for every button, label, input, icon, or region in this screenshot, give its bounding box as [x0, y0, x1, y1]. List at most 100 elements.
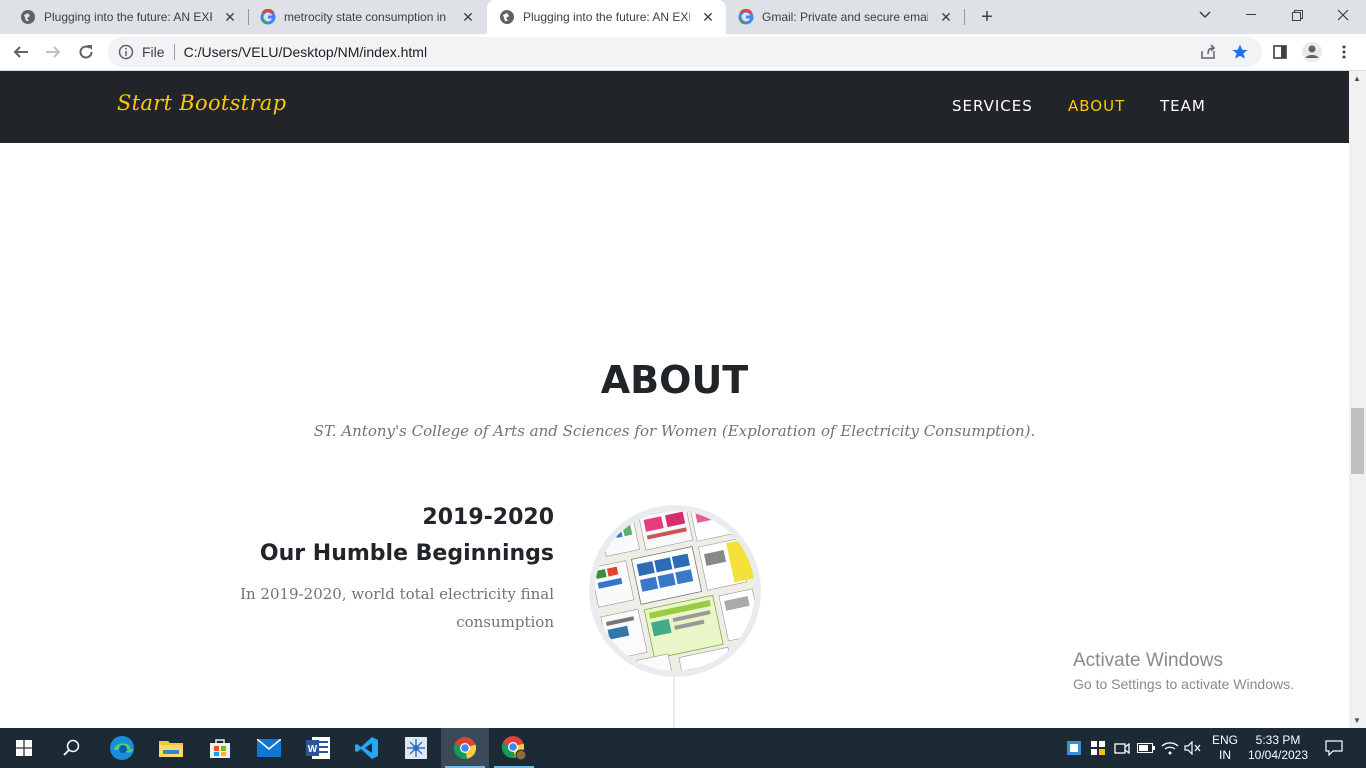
- tab-close-icon[interactable]: ✕: [936, 7, 956, 27]
- brand-logo[interactable]: Start Bootstrap: [117, 91, 286, 115]
- google-icon: [260, 9, 276, 25]
- svg-text:W: W: [308, 744, 318, 755]
- site-navbar: Start Bootstrap SERVICES ABOUT TEAM: [0, 71, 1349, 143]
- battery-icon[interactable]: [1136, 738, 1156, 758]
- new-tab-button[interactable]: +: [976, 6, 998, 28]
- tab-1[interactable]: Plugging into the future: AN EXP ✕: [8, 0, 248, 34]
- timeline-body: In 2019-2020, world total electricity fi…: [240, 585, 554, 631]
- clock[interactable]: 5:33 PM 10/04/2023: [1244, 733, 1312, 763]
- taskbar-word[interactable]: W: [294, 728, 342, 768]
- nav-link-team[interactable]: TEAM: [1160, 97, 1206, 115]
- notification-icon: [1325, 740, 1343, 756]
- tray-security-icon[interactable]: [1088, 738, 1108, 758]
- taskbar-chrome-profile[interactable]: [490, 728, 538, 768]
- address-bar[interactable]: File C:/Users/VELU/Desktop/NM/index.html: [108, 37, 1262, 67]
- page-viewport: Start Bootstrap SERVICES ABOUT TEAM ABOU…: [0, 71, 1349, 728]
- timeline-title: Our Humble Beginnings: [259, 541, 554, 566]
- globe-icon: [20, 9, 36, 25]
- reload-button[interactable]: [72, 38, 100, 66]
- side-panel-button[interactable]: [1266, 38, 1294, 66]
- star-icon: [1232, 44, 1248, 59]
- scroll-up-arrow-icon[interactable]: ▲: [1353, 74, 1361, 83]
- arrow-right-icon: [46, 46, 61, 58]
- chrome-profile-icon: [501, 736, 527, 761]
- scrollbar-thumb[interactable]: [1351, 408, 1364, 474]
- tab-3-active[interactable]: Plugging into the future: AN EXP ✕: [487, 0, 726, 34]
- edge-icon: [110, 736, 134, 760]
- chrome-icon: [453, 737, 477, 760]
- forward-button[interactable]: [39, 38, 67, 66]
- restore-icon: [1291, 9, 1303, 21]
- bookmark-button[interactable]: [1226, 38, 1254, 66]
- minimize-button[interactable]: [1228, 0, 1274, 30]
- close-window-button[interactable]: [1320, 0, 1366, 30]
- mail-icon: [257, 739, 281, 757]
- tab-search-button[interactable]: [1182, 0, 1228, 30]
- taskbar-vscode[interactable]: [343, 728, 391, 768]
- file-explorer-icon: [159, 741, 183, 757]
- clock-time: 5:33 PM: [1255, 733, 1301, 747]
- watermark-line-1: Activate Windows: [1073, 650, 1223, 671]
- snipping-icon: [405, 737, 427, 759]
- timeline-image: [589, 505, 761, 677]
- browser-tab-strip: Plugging into the future: AN EXP ✕ metro…: [0, 0, 1366, 34]
- restore-button[interactable]: [1274, 0, 1320, 30]
- volume-muted-icon[interactable]: [1183, 738, 1203, 758]
- tab-title: Gmail: Private and secure email a: [762, 10, 928, 24]
- tray-app-icon[interactable]: [1064, 738, 1084, 758]
- tab-2[interactable]: metrocity state consumption in in ✕: [248, 0, 486, 34]
- wifi-icon[interactable]: [1160, 738, 1180, 758]
- nav-link-about[interactable]: ABOUT: [1068, 97, 1125, 115]
- windows-taskbar: W ENG IN 5:33 PM 10/04/2023: [0, 728, 1366, 768]
- tab-close-icon[interactable]: ✕: [458, 7, 478, 27]
- taskbar-mail[interactable]: [245, 728, 293, 768]
- tray-meet-icon[interactable]: [1112, 738, 1132, 758]
- profile-button[interactable]: [1298, 38, 1326, 66]
- tab-title: Plugging into the future: AN EXP: [44, 10, 212, 24]
- taskbar-snipping[interactable]: [392, 728, 440, 768]
- timeline-line: [673, 669, 675, 728]
- scroll-down-arrow-icon[interactable]: ▼: [1353, 716, 1361, 725]
- page-scrollbar[interactable]: ▲ ▼: [1349, 71, 1366, 728]
- arrow-left-icon: [13, 46, 28, 58]
- search-icon: [63, 739, 80, 756]
- activate-windows-watermark: Activate Windows Go to Settings to activ…: [1073, 650, 1294, 692]
- menu-button[interactable]: [1330, 38, 1358, 66]
- notification-center-button[interactable]: [1323, 738, 1345, 758]
- input-language[interactable]: ENG IN: [1206, 733, 1244, 763]
- tab-close-icon[interactable]: ✕: [220, 7, 240, 27]
- store-icon: [210, 739, 230, 758]
- taskbar-search-button[interactable]: [48, 728, 96, 768]
- watermark-line-2: Go to Settings to activate Windows.: [1073, 676, 1294, 692]
- timeline-year: 2019-2020: [422, 505, 554, 530]
- about-heading: ABOUT: [600, 358, 749, 402]
- wireframe-sketches-image: [595, 511, 755, 671]
- clock-date: 10/04/2023: [1247, 748, 1309, 762]
- google-icon: [738, 9, 754, 25]
- share-icon: [1201, 44, 1216, 59]
- taskbar-edge[interactable]: [98, 728, 146, 768]
- taskbar-file-explorer[interactable]: [147, 728, 195, 768]
- side-panel-icon: [1273, 45, 1287, 59]
- tab-4[interactable]: Gmail: Private and secure email a ✕: [726, 0, 964, 34]
- word-icon: W: [306, 737, 330, 759]
- nav-link-services[interactable]: SERVICES: [952, 97, 1033, 115]
- windows-start-icon: [16, 740, 32, 756]
- back-button[interactable]: [7, 38, 35, 66]
- tab-separator: [964, 9, 965, 25]
- taskbar-store[interactable]: [196, 728, 244, 768]
- browser-toolbar: File C:/Users/VELU/Desktop/NM/index.html: [0, 34, 1366, 71]
- start-button[interactable]: [0, 728, 48, 768]
- reload-icon: [79, 45, 93, 59]
- taskbar-chrome[interactable]: [441, 728, 489, 768]
- vscode-icon: [355, 737, 378, 759]
- url-text[interactable]: C:/Users/VELU/Desktop/NM/index.html: [184, 44, 428, 60]
- share-button[interactable]: [1194, 38, 1222, 66]
- region-label: IN: [1219, 748, 1231, 762]
- tab-close-icon[interactable]: ✕: [698, 7, 718, 27]
- tab-title: Plugging into the future: AN EXP: [523, 10, 690, 24]
- kebab-menu-icon: [1342, 45, 1346, 59]
- address-divider: [173, 44, 175, 60]
- globe-icon: [499, 9, 515, 25]
- info-icon[interactable]: [118, 44, 134, 60]
